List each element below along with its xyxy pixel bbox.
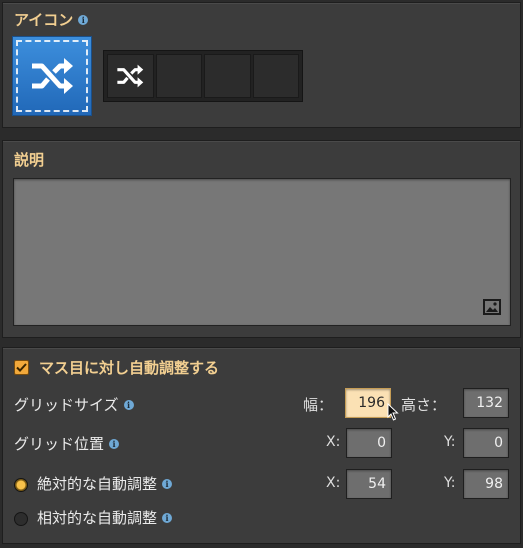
- auto-adjust-checkbox[interactable]: [14, 360, 29, 375]
- position-y-label: Y:: [444, 434, 456, 450]
- grid-position-label: グリッド位置 i: [14, 433, 120, 454]
- selected-icon-preview[interactable]: [13, 37, 91, 115]
- description-textarea[interactable]: [13, 178, 511, 326]
- info-icon[interactable]: i: [123, 399, 134, 410]
- mouse-cursor-icon: [387, 403, 399, 421]
- absolute-y-input[interactable]: 98: [463, 469, 509, 499]
- width-label: 幅：: [303, 396, 334, 414]
- info-icon[interactable]: i: [162, 478, 173, 489]
- position-x-input[interactable]: 0: [346, 428, 392, 458]
- image-icon: [483, 299, 501, 315]
- relative-adjust-label[interactable]: 相対的な自動調整 i: [37, 507, 173, 528]
- absolute-x-label: X:: [326, 475, 341, 491]
- icon-slot-strip: [103, 50, 303, 102]
- description-panel: 説明: [2, 140, 521, 338]
- info-icon[interactable]: i: [78, 14, 89, 25]
- icon-slot-4[interactable]: [252, 54, 299, 98]
- shuffle-icon: [117, 64, 144, 88]
- relative-adjust-text: 相対的な自動調整: [37, 509, 158, 527]
- info-icon[interactable]: i: [109, 438, 120, 449]
- checkmark-icon: [16, 363, 27, 372]
- auto-adjust-label[interactable]: マス目に対し自動調整する: [39, 357, 219, 378]
- grid-size-label: グリッドサイズ i: [14, 394, 134, 415]
- auto-adjust-panel: マス目に対し自動調整する グリッドサイズ i 幅： 196 高さ： 132 グリ…: [2, 347, 521, 544]
- absolute-adjust-text: 絶対的な自動調整: [37, 475, 158, 493]
- absolute-adjust-radio[interactable]: [14, 478, 28, 492]
- width-input[interactable]: 196: [345, 388, 391, 418]
- grid-size-text: グリッドサイズ: [14, 396, 119, 414]
- shuffle-icon: [32, 58, 73, 94]
- icon-slot-2[interactable]: [155, 54, 202, 98]
- icon-slot-1[interactable]: [107, 54, 154, 98]
- icon-slot-3[interactable]: [204, 54, 251, 98]
- absolute-y-label: Y:: [444, 475, 456, 491]
- absolute-x-input[interactable]: 54: [346, 469, 392, 499]
- height-input[interactable]: 132: [463, 388, 509, 418]
- absolute-adjust-label[interactable]: 絶対的な自動調整 i: [37, 473, 173, 494]
- position-y-input[interactable]: 0: [463, 428, 509, 458]
- icon-section-title: アイコン i: [14, 9, 89, 30]
- height-label: 高さ：: [401, 396, 447, 414]
- description-title: 説明: [14, 151, 45, 169]
- icon-section-title-text: アイコン: [14, 11, 74, 29]
- relative-adjust-radio[interactable]: [14, 512, 28, 526]
- info-icon[interactable]: i: [162, 512, 173, 523]
- icon-panel: アイコン i: [2, 2, 521, 128]
- image-button[interactable]: [482, 297, 502, 317]
- position-x-label: X:: [326, 434, 341, 450]
- grid-position-text: グリッド位置: [14, 435, 105, 453]
